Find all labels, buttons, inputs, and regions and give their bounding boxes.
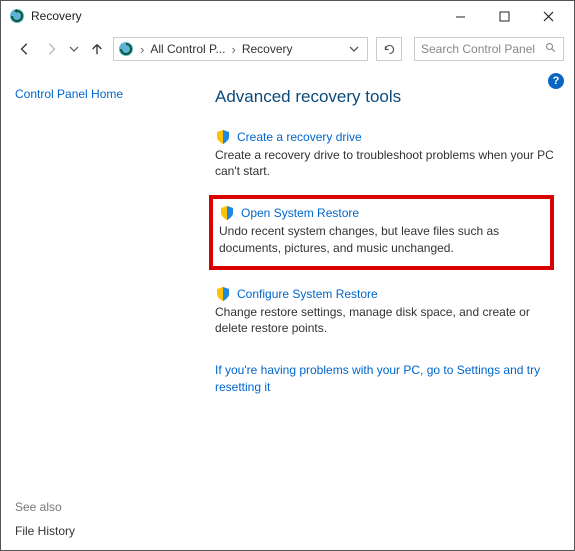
- minimize-button[interactable]: [438, 2, 482, 30]
- control-panel-icon: [118, 41, 134, 57]
- breadcrumb-sep-icon: [230, 42, 238, 57]
- up-button[interactable]: [87, 39, 107, 59]
- create-recovery-drive-desc: Create a recovery drive to troubleshoot …: [215, 147, 554, 179]
- control-panel-home-link[interactable]: Control Panel Home: [15, 87, 215, 101]
- page-heading: Advanced recovery tools: [215, 87, 554, 107]
- open-system-restore-link[interactable]: Open System Restore: [241, 206, 359, 220]
- tool-create-recovery-drive: Create a recovery drive Create a recover…: [215, 129, 554, 179]
- close-button[interactable]: [526, 2, 570, 30]
- maximize-button[interactable]: [482, 2, 526, 30]
- search-placeholder: Search Control Panel: [421, 42, 539, 56]
- tool-open-system-restore: Open System Restore Undo recent system c…: [209, 195, 554, 269]
- pc-reset-hint: If you're having problems with your PC, …: [215, 362, 554, 396]
- window-title: Recovery: [31, 9, 82, 23]
- recent-locations-button[interactable]: [67, 44, 81, 54]
- breadcrumb-recovery[interactable]: Recovery: [242, 42, 293, 56]
- forward-button[interactable]: [41, 39, 61, 59]
- configure-system-restore-link[interactable]: Configure System Restore: [237, 287, 378, 301]
- create-recovery-drive-link[interactable]: Create a recovery drive: [237, 130, 362, 144]
- shield-icon: [219, 205, 235, 221]
- pc-reset-link[interactable]: If you're having problems with your PC, …: [215, 363, 540, 394]
- refresh-button[interactable]: [376, 37, 402, 61]
- breadcrumb-all-control-panel[interactable]: All Control P...: [150, 42, 225, 56]
- configure-system-restore-desc: Change restore settings, manage disk spa…: [215, 304, 554, 336]
- address-bar[interactable]: All Control P... Recovery: [113, 37, 368, 61]
- address-dropdown-button[interactable]: [345, 44, 363, 54]
- tool-configure-system-restore: Configure System Restore Change restore …: [215, 286, 554, 336]
- see-also-label: See also: [15, 500, 215, 514]
- content-area: Control Panel Home See also File History…: [1, 67, 574, 550]
- titlebar: Recovery: [1, 1, 574, 31]
- breadcrumb-sep-icon: [138, 42, 146, 57]
- search-icon: [545, 42, 557, 57]
- open-system-restore-desc: Undo recent system changes, but leave fi…: [219, 223, 542, 255]
- shield-icon: [215, 286, 231, 302]
- back-button[interactable]: [15, 39, 35, 59]
- search-input[interactable]: Search Control Panel: [414, 37, 564, 61]
- shield-icon: [215, 129, 231, 145]
- recovery-icon: [9, 8, 25, 24]
- side-pane: Control Panel Home See also File History: [15, 87, 215, 538]
- main-pane: Advanced recovery tools Create a recover…: [215, 87, 562, 538]
- file-history-link[interactable]: File History: [15, 524, 215, 538]
- nav-toolbar: All Control P... Recovery Search Control…: [1, 31, 574, 67]
